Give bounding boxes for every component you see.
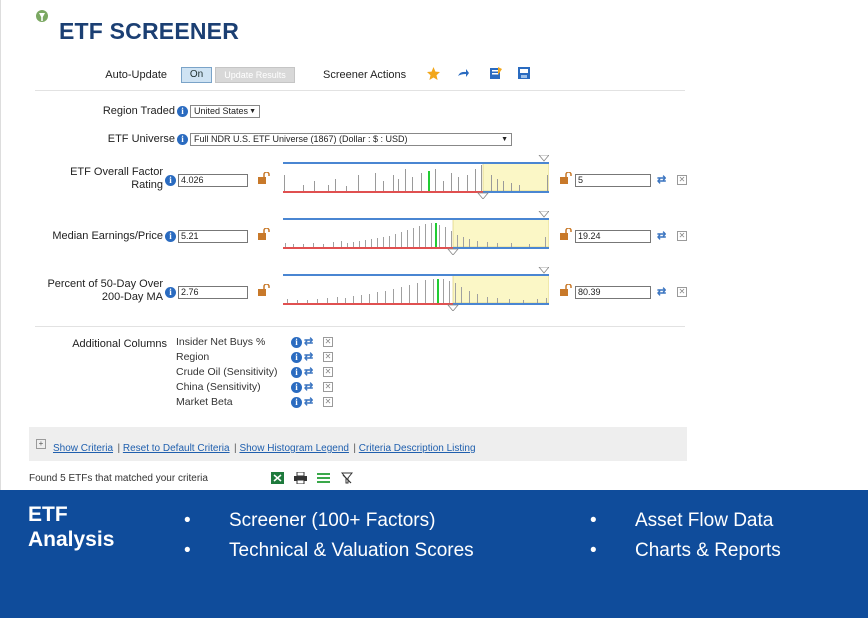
lock-icon[interactable] (257, 172, 271, 184)
info-icon[interactable]: i (291, 367, 302, 378)
histogram-legend-link[interactable]: Show Histogram Legend (239, 443, 349, 454)
lock-icon[interactable] (257, 228, 271, 240)
lock-icon[interactable] (559, 284, 573, 296)
histogram-slider[interactable] (283, 155, 549, 199)
info-icon[interactable]: i (177, 106, 188, 117)
info-icon[interactable]: i (291, 397, 302, 408)
reset-default-link[interactable]: Reset to Default Criteria (123, 443, 230, 454)
column-item: China (Sensitivity) (176, 381, 261, 393)
info-icon[interactable]: i (177, 134, 188, 145)
lock-icon[interactable] (559, 228, 573, 240)
column-item: Market Beta (176, 396, 233, 408)
info-icon[interactable]: i (165, 287, 176, 298)
expand-icon[interactable]: + (36, 439, 46, 449)
swap-icon[interactable]: ⇄ (657, 173, 666, 186)
remove-icon[interactable]: ✕ (323, 352, 333, 362)
auto-update-on-button[interactable]: On (181, 67, 212, 83)
lock-icon[interactable] (257, 284, 271, 296)
swap-icon[interactable]: ⇄ (657, 285, 666, 298)
column-item: Insider Net Buys % (176, 336, 266, 348)
auto-update-label: Auto-Update (105, 69, 167, 81)
criterion-min-input[interactable]: 2.76 (178, 286, 248, 299)
edit-icon[interactable] (489, 66, 503, 80)
additional-columns-label: Additional Columns (72, 338, 167, 350)
criterion-max-input[interactable]: 19.24 (575, 230, 651, 243)
swap-icon[interactable]: ⇄ (304, 335, 313, 348)
lock-icon[interactable] (559, 172, 573, 184)
swap-icon[interactable]: ⇄ (657, 229, 666, 242)
divider (35, 326, 685, 327)
criterion-label: Median Earnings/Price (52, 230, 163, 242)
info-icon[interactable]: i (291, 337, 302, 348)
info-icon[interactable]: i (291, 352, 302, 363)
results-count: Found 5 ETFs that matched your criteria (29, 473, 208, 484)
remove-icon[interactable]: ✕ (677, 175, 687, 185)
banner-heading: ETF Analysis (28, 503, 115, 551)
swap-icon[interactable]: ⇄ (304, 395, 313, 408)
remove-icon[interactable]: ✕ (323, 397, 333, 407)
criteria-link-bar: + Show Criteria | Reset to Default Crite… (29, 427, 687, 461)
save-icon[interactable] (517, 66, 531, 80)
info-icon[interactable]: i (165, 175, 176, 186)
histogram-slider[interactable] (283, 267, 549, 311)
criteria-description-link[interactable]: Criteria Description Listing (359, 443, 476, 454)
swap-icon[interactable]: ⇄ (304, 365, 313, 378)
remove-icon[interactable]: ✕ (323, 367, 333, 377)
criterion-min-input[interactable]: 4.026 (178, 174, 248, 187)
region-label: Region Traded (102, 105, 175, 117)
criterion-min-input[interactable]: 5.21 (178, 230, 248, 243)
show-criteria-link[interactable]: Show Criteria (53, 443, 113, 454)
clear-filter-icon[interactable] (341, 472, 353, 484)
column-item: Region (176, 351, 210, 363)
funnel-icon (36, 10, 48, 22)
print-icon[interactable] (294, 472, 307, 484)
screener-actions-label: Screener Actions (323, 69, 407, 81)
divider (35, 90, 685, 91)
excel-icon[interactable] (271, 472, 284, 484)
page-title: ETF SCREENER (59, 18, 240, 44)
info-icon[interactable]: i (165, 231, 176, 242)
remove-icon[interactable]: ✕ (323, 382, 333, 392)
list-icon[interactable] (317, 472, 330, 484)
star-icon[interactable] (426, 66, 441, 81)
swap-icon[interactable]: ⇄ (304, 380, 313, 393)
etf-analysis-banner: ETF Analysis • Screener (100+ Factors) • Te… (0, 490, 868, 618)
criterion-label: ETF Overall Factor Rating (70, 166, 163, 191)
criterion-max-input[interactable]: 5 (575, 174, 651, 187)
remove-icon[interactable]: ✕ (677, 287, 687, 297)
criterion-max-input[interactable]: 80.39 (575, 286, 651, 299)
remove-icon[interactable]: ✕ (677, 231, 687, 241)
column-item: Crude Oil (Sensitivity) (176, 366, 278, 378)
criterion-label: Percent of 50-Day Over 200-Day MA (47, 278, 163, 303)
swap-icon[interactable]: ⇄ (304, 350, 313, 363)
update-results-button[interactable]: Update Results (215, 67, 295, 83)
region-select[interactable]: United States ▼ (190, 105, 260, 118)
remove-icon[interactable]: ✕ (323, 337, 333, 347)
histogram-slider[interactable] (283, 211, 549, 255)
screener-panel: ETF SCREENER Auto-Update On Update Resul… (0, 0, 868, 490)
info-icon[interactable]: i (291, 382, 302, 393)
universe-select[interactable]: Full NDR U.S. ETF Universe (1867) (Dolla… (190, 133, 512, 146)
universe-label: ETF Universe (107, 133, 175, 145)
share-arrow-icon[interactable] (456, 68, 470, 80)
